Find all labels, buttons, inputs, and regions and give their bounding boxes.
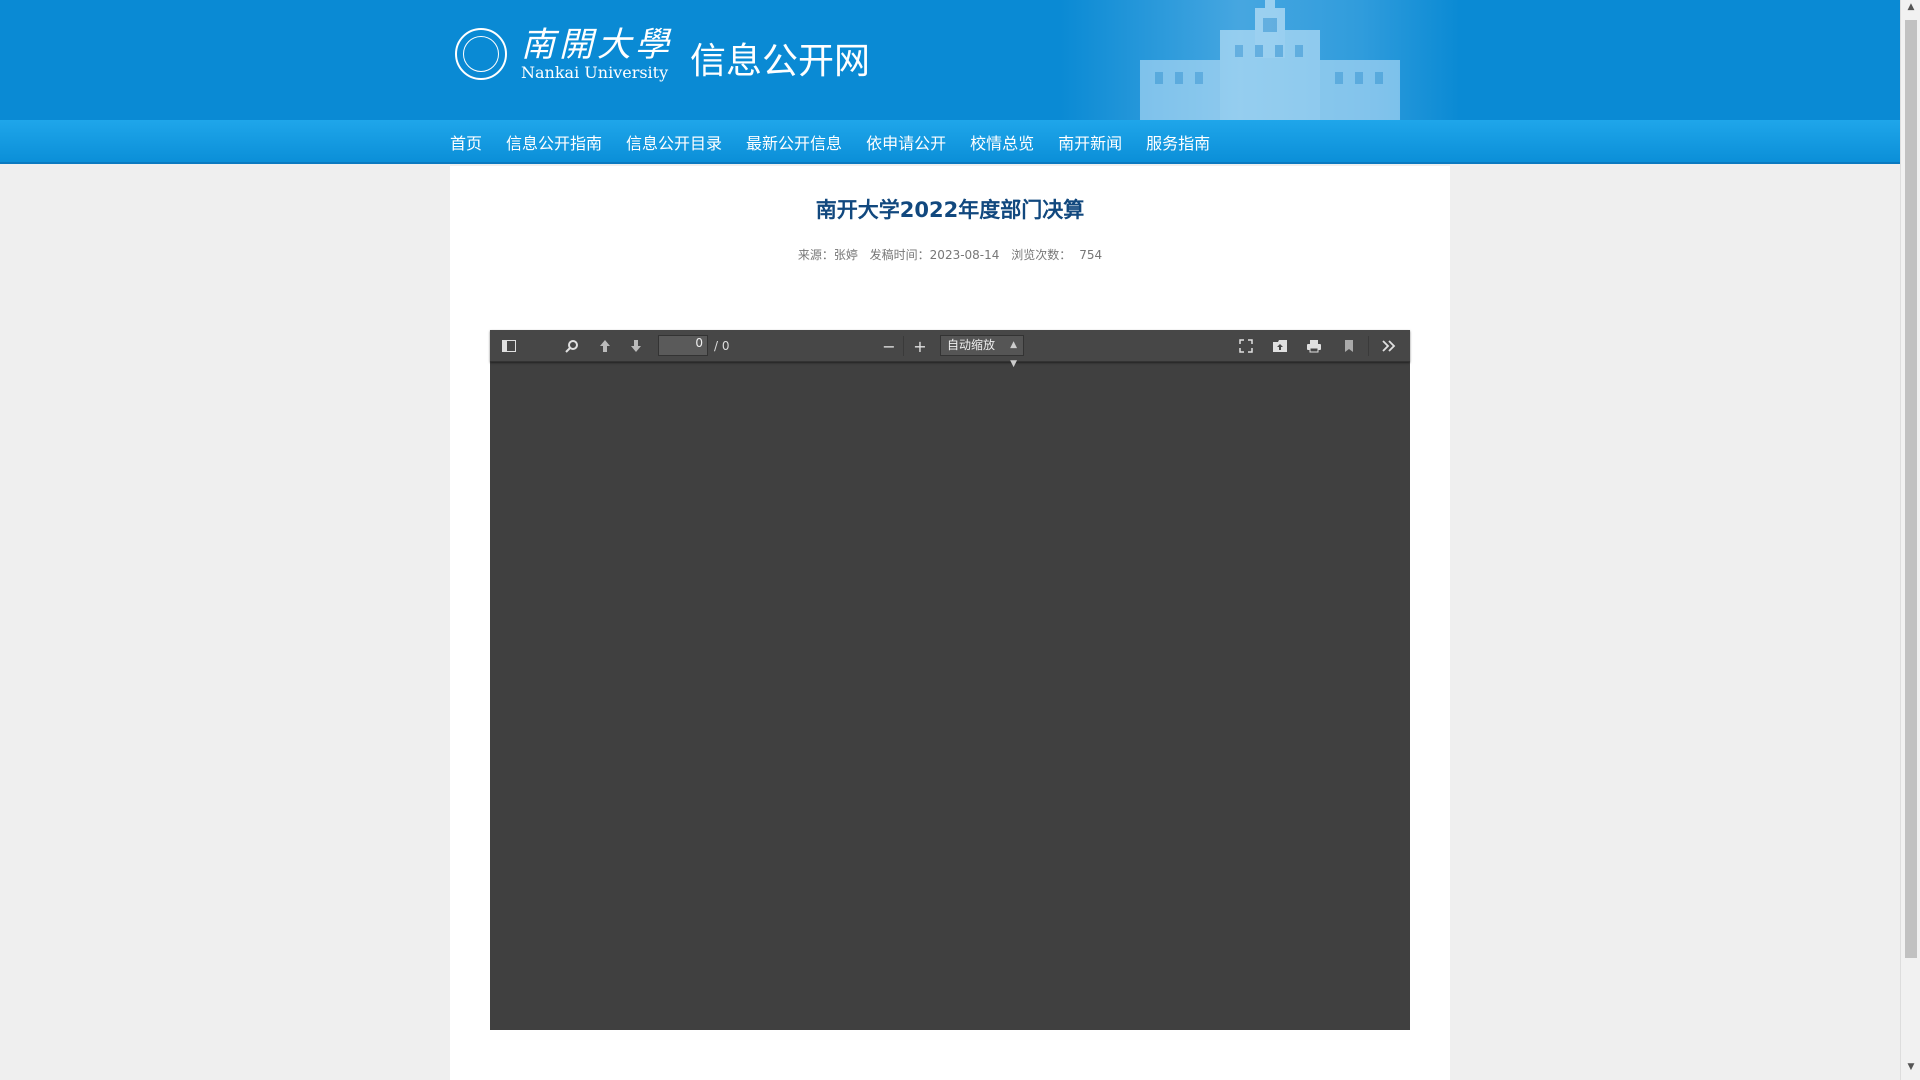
page-scrollbar[interactable]: ▲ ▼ <box>1900 0 1920 1080</box>
main-navigation: 首页 信息公开指南 信息公开目录 最新公开信息 依申请公开 校情总览 南开新闻 … <box>0 120 1900 164</box>
university-logo[interactable]: 南開大學 Nankai University <box>455 26 673 82</box>
main-building-image <box>1140 0 1400 120</box>
scrollbar-thumb[interactable] <box>1905 20 1917 958</box>
university-seal-icon <box>455 28 507 80</box>
tools-icon[interactable] <box>1380 338 1398 354</box>
header-banner: 南開大學 Nankai University 信息公开网 <box>0 0 1900 120</box>
chevron-updown-icon: ▲ ▼ <box>1010 340 1017 369</box>
zoom-select[interactable]: 自动缩放 ▲ ▼ <box>940 335 1024 369</box>
article-views-count: 754 <box>1079 248 1103 262</box>
toolbar-separator <box>903 336 904 356</box>
page-count: / 0 <box>714 339 730 353</box>
open-file-icon[interactable] <box>1271 338 1289 354</box>
next-page-icon[interactable] <box>627 338 645 354</box>
article-meta: 来源：张婷 发稿时间：2023-08-14 浏览次数： 754 <box>450 246 1450 263</box>
zoom-in-icon[interactable]: + <box>911 337 929 356</box>
nav-item-home[interactable]: 首页 <box>450 130 482 154</box>
presentation-mode-icon[interactable] <box>1237 338 1255 354</box>
toolbar-separator <box>1368 336 1369 356</box>
scroll-down-icon[interactable]: ▼ <box>1901 1062 1920 1078</box>
content-panel: 南开大学2022年度部门决算 来源：张婷 发稿时间：2023-08-14 浏览次… <box>450 166 1450 1080</box>
nav-item-services[interactable]: 服务指南 <box>1146 130 1210 154</box>
article-source: 来源：张婷 <box>797 248 858 262</box>
logo-chinese-name: 南開大學 <box>521 25 673 65</box>
logo-english-name: Nankai University <box>521 63 669 82</box>
bookmark-icon[interactable] <box>1340 338 1358 354</box>
page-number-input[interactable]: 0 <box>658 335 708 356</box>
nav-item-overview[interactable]: 校情总览 <box>970 130 1034 154</box>
sidebar-toggle-icon[interactable] <box>500 338 518 354</box>
article-title: 南开大学2022年度部门决算 <box>815 198 1085 222</box>
site-name: 信息公开网 <box>690 41 871 82</box>
zoom-out-icon[interactable]: − <box>880 337 898 356</box>
nav-item-news[interactable]: 南开新闻 <box>1058 130 1122 154</box>
nav-item-application[interactable]: 依申请公开 <box>866 130 946 154</box>
nav-item-catalog[interactable]: 信息公开目录 <box>626 130 722 154</box>
print-icon[interactable] <box>1305 338 1323 354</box>
previous-page-icon[interactable] <box>596 338 614 354</box>
article-date: 发稿时间：2023-08-14 <box>869 248 1000 262</box>
zoom-select-value: 自动缩放 <box>947 338 996 352</box>
pdf-viewer[interactable]: 0 / 0 − + 自动缩放 ▲ ▼ <box>490 330 1410 1030</box>
nav-item-latest[interactable]: 最新公开信息 <box>746 130 842 154</box>
search-icon[interactable] <box>563 338 581 354</box>
pdf-toolbar: 0 / 0 − + 自动缩放 ▲ ▼ <box>490 330 1410 369</box>
nav-item-guide[interactable]: 信息公开指南 <box>506 130 602 154</box>
article-views-label: 浏览次数： <box>1011 248 1072 262</box>
scroll-up-icon[interactable]: ▲ <box>1901 2 1920 18</box>
